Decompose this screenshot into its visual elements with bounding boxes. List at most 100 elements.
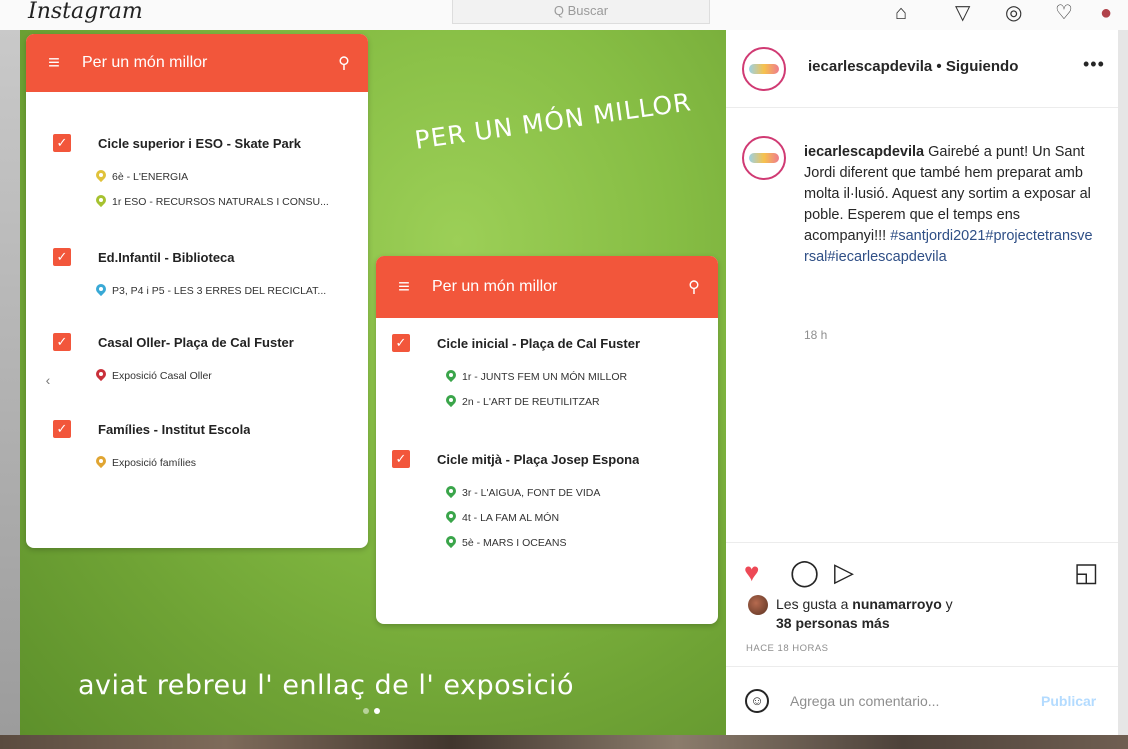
card-group: ✓ Cicle inicial - Plaça de Cal Fuster 1r -… [376,334,718,408]
liker-username[interactable]: nunamarroyo [852,596,941,612]
map-pin-icon [446,370,456,383]
hamburger-menu-icon: ≡ [48,51,60,74]
feed-background-left [0,30,20,735]
add-comment-bar: ☺ Publicar [726,666,1118,735]
post-header: iecarlescapdevila • Siguiendo ••• [726,30,1118,108]
carousel-prev-button[interactable]: ‹ [35,368,61,394]
group-name: Cicle mitjà - Plaça Josep Espona [437,451,640,467]
feed-background-bottom [0,735,1128,749]
location-item[interactable]: 5è - MARS I OCEANS [376,536,716,549]
comment-input[interactable] [790,687,1020,715]
checkbox-checked[interactable]: ✓ [392,334,410,352]
card-group-list: ✓ Cicle superior i ESO - Skate Park 6è - L… [26,134,368,469]
location-item[interactable]: 3r - L'AIGUA, FONT DE VIDA [376,486,716,499]
checkbox-checked[interactable]: ✓ [53,420,71,438]
direct-icon[interactable]: ▽ [955,2,970,24]
location-label: 2n - L'ART DE REUTILITZAR [462,395,600,408]
search-icon: ⚲ [338,55,350,72]
home-icon[interactable]: ⌂ [895,2,907,24]
card-header: ≡ Per un món millor ⚲ [26,34,368,92]
location-item[interactable]: Exposició Casal Oller [26,369,366,382]
checkbox-checked[interactable]: ✓ [53,333,71,351]
app-card-left: ≡ Per un món millor ⚲ ✓ Cicle superior i … [26,34,368,548]
location-label: Exposició Casal Oller [112,369,212,382]
map-pin-icon [446,511,456,524]
map-pin-icon [96,284,106,297]
group-name: Famílies - Institut Escola [98,421,251,437]
location-label: 5è - MARS I OCEANS [462,536,567,549]
card-group: ✓ Cicle mitjà - Plaça Josep Espona 3r - L'… [376,450,718,549]
likes-summary: Les gusta a nunamarroyo y 38 personas má… [748,595,953,633]
group-header: ✓ Casal Oller- Plaça de Cal Fuster [26,333,368,351]
following-button[interactable]: Siguiendo [946,58,1019,75]
location-label: 1r - JUNTS FEM UN MÓN MILLOR [462,370,628,383]
location-item[interactable]: Exposició famílies [26,456,366,469]
map-pin-icon [96,195,106,208]
profile-icon[interactable]: ● [1100,2,1112,24]
group-header: ✓ Cicle mitjà - Plaça Josep Espona [376,450,718,468]
share-icon[interactable]: ▷ [834,557,854,587]
location-label: 1r ESO - RECURSOS NATURALS I CONSU... [112,195,329,208]
group-header: ✓ Cicle inicial - Plaça de Cal Fuster [376,334,718,352]
location-item[interactable]: 1r ESO - RECURSOS NATURALS I CONSU... [26,195,366,208]
card-header: ≡ Per un món millor ⚲ [376,256,718,318]
checkbox-checked[interactable]: ✓ [53,248,71,266]
search-icon: ⚲ [688,279,700,296]
explore-icon[interactable]: ◎ [1005,2,1022,24]
post-image[interactable]: ≡ Per un món millor ⚲ ✓ Cicle superior i … [20,30,726,735]
image-title: PER UN MÓN MILLOR [412,87,694,155]
caption-comment: iecarlescapdevila Gairebé a punt! Un San… [804,142,1094,268]
author-avatar[interactable] [742,47,786,91]
location-item[interactable]: 6è - L'ENERGIA [26,170,366,183]
checkbox-checked[interactable]: ✓ [53,134,71,152]
location-item[interactable]: 4t - LA FAM AL MÓN [376,511,716,524]
app-card-right: ≡ Per un món millor ⚲ ✓ Cicle inicial - P… [376,256,718,624]
card-group: ✓ Ed.Infantil - Biblioteca P3, P4 i P5 - L… [26,248,368,297]
group-name: Cicle inicial - Plaça de Cal Fuster [437,335,641,351]
carousel-dots [363,708,380,714]
image-caption: aviat rebreu l' enllaç de l' exposició [78,670,575,701]
search-input[interactable]: Q Buscar [452,0,710,24]
author-username[interactable]: iecarlescapdevila [808,58,932,75]
hamburger-menu-icon: ≡ [398,275,410,298]
location-label: 6è - L'ENERGIA [112,170,189,183]
location-label: 3r - L'AIGUA, FONT DE VIDA [462,486,601,499]
like-heart-icon[interactable]: ♥ [744,557,759,587]
checkbox-checked[interactable]: ✓ [392,450,410,468]
location-item[interactable]: 2n - L'ART DE REUTILITZAR [376,395,716,408]
map-pin-icon [446,536,456,549]
emoji-icon[interactable]: ☺ [745,689,769,713]
comment-icon[interactable]: ◯ [790,557,819,587]
save-bookmark-icon[interactable]: ◱ [1074,557,1099,587]
liker-avatar[interactable] [748,595,768,615]
separator: • [932,58,946,75]
map-pin-icon [446,395,456,408]
more-options-icon[interactable]: ••• [1083,54,1105,75]
location-label: 4t - LA FAM AL MÓN [462,511,560,524]
likes-others[interactable]: 38 personas más [776,615,890,631]
instagram-topbar: Instagram Q Buscar ⌂ ▽ ◎ ♡ ● [0,0,1128,30]
location-item[interactable]: P3, P4 i P5 - LES 3 ERRES DEL RECICLAT..… [26,284,366,297]
map-pin-icon [96,170,106,183]
card-group-list: ✓ Cicle inicial - Plaça de Cal Fuster 1r -… [376,334,718,549]
group-name: Casal Oller- Plaça de Cal Fuster [98,334,294,350]
card-group: ✓ Cicle superior i ESO - Skate Park 6è - L… [26,134,368,208]
group-header: ✓ Ed.Infantil - Biblioteca [26,248,368,266]
carousel-dot [363,708,369,714]
post-action-bar: ♥ ◯ ▷ ◱ Les gusta a nunamarroyo y 38 per… [726,542,1118,662]
activity-icon[interactable]: ♡ [1055,2,1073,24]
card-title: Per un món millor [432,278,558,295]
post-sidebar: iecarlescapdevila • Siguiendo ••• iecarl… [726,30,1118,735]
card-group: ✓ Famílies - Institut Escola Exposició fam… [26,420,368,469]
location-item[interactable]: 1r - JUNTS FEM UN MÓN MILLOR [376,370,716,383]
card-title: Per un món millor [82,54,208,71]
author-username-row: iecarlescapdevila • Siguiendo [808,58,1018,75]
post-timestamp: HACE 18 HORAS [746,643,829,654]
feed-background-right [1118,30,1128,735]
publish-button[interactable]: Publicar [1041,693,1096,709]
comment-username[interactable]: iecarlescapdevila [804,144,924,160]
comment-author-avatar[interactable] [742,136,786,180]
carousel-dot-active [374,708,380,714]
instagram-logo[interactable]: Instagram [28,0,143,24]
likes-prefix: Les gusta a [776,596,853,612]
